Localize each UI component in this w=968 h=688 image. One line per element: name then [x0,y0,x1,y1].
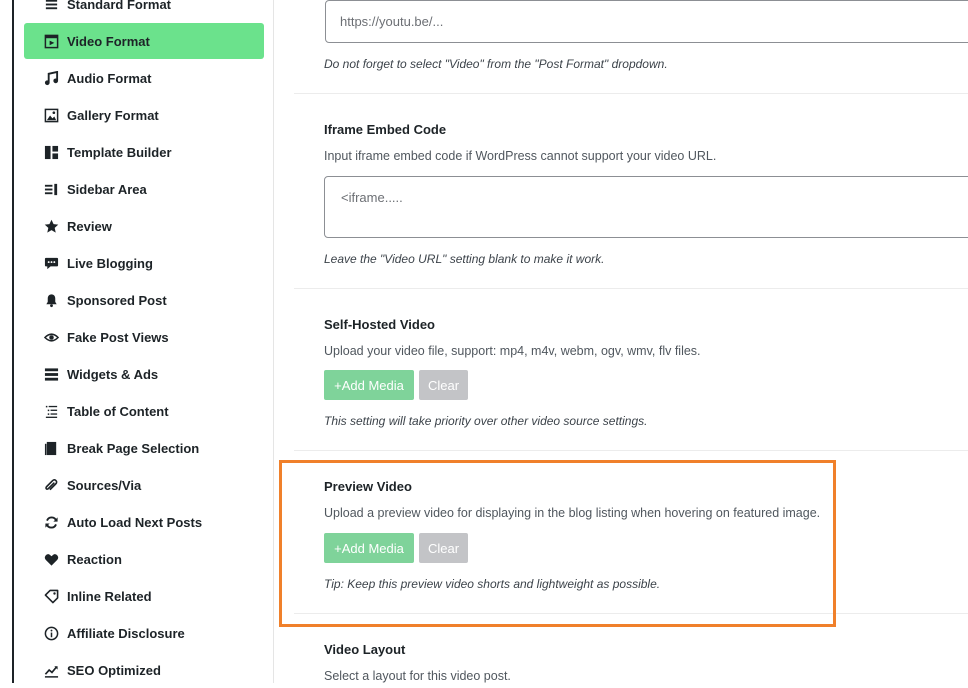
sidebar-item-label: Fake Post Views [67,329,169,345]
preview-video-description: Upload a preview video for displaying in… [324,506,821,520]
iframe-embed-description: Input iframe embed code if WordPress can… [324,149,717,163]
video-icon [42,32,60,50]
self-hosted-note: This setting will take priority over oth… [324,414,648,428]
preview-add-media-button[interactable]: +Add Media [324,533,414,563]
sidebar-icon [42,180,60,198]
sidebar-item-gallery-format[interactable]: Gallery Format [24,97,264,133]
preview-video-title: Preview Video [324,479,412,494]
bell-icon [42,291,60,309]
sidebar-item-reaction[interactable]: Reaction [24,541,264,577]
video-url-note: Do not forget to select "Video" from the… [324,57,668,71]
section-divider [294,450,968,451]
video-settings-panel: Do not forget to select "Video" from the… [294,0,968,683]
self-hosted-add-media-button[interactable]: +Add Media [324,370,414,400]
refresh-icon [42,513,60,531]
sidebar-item-inline-related[interactable]: Inline Related [24,578,264,614]
tag-icon [42,587,60,605]
star-icon [42,217,60,235]
preview-video-note: Tip: Keep this preview video shorts and … [324,577,661,591]
self-hosted-title: Self-Hosted Video [324,317,436,332]
list-icon [42,0,60,13]
gallery-icon [42,106,60,124]
sidebar-item-label: Live Blogging [67,255,153,271]
sidebar-item-label: Reaction [67,551,122,567]
sidebar-item-label: Sponsored Post [67,292,167,308]
seo-chart-icon [42,661,60,679]
sidebar-item-label: Video Format [67,33,150,49]
section-divider [294,93,968,94]
music-icon [42,69,60,87]
sidebar-item-label: Audio Format [67,70,152,86]
sidebar-item-standard-format[interactable]: Standard Format [24,0,264,22]
sidebar-item-sidebar-area[interactable]: Sidebar Area [24,171,264,207]
self-hosted-description: Upload your video file, support: mp4, m4… [324,344,701,358]
video-layout-title: Video Layout [324,642,406,657]
link-icon [42,476,60,494]
sidebar-item-label: Affiliate Disclosure [67,625,185,641]
sidebar-item-review[interactable]: Review [24,208,264,244]
sidebar-item-sponsored-post[interactable]: Sponsored Post [24,282,264,318]
sidebar-item-live-blogging[interactable]: Live Blogging [24,245,264,281]
heart-icon [42,550,60,568]
iframe-embed-textarea[interactable] [324,176,968,238]
sidebar-item-fake-post-views[interactable]: Fake Post Views [24,319,264,355]
section-divider [294,613,968,614]
template-icon [42,143,60,161]
sidebar-item-label: Review [67,218,112,234]
sidebar-item-video-format[interactable]: Video Format [24,23,264,59]
sidebar-item-label: Auto Load Next Posts [67,514,203,530]
sidebar-item-affiliate-disclosure[interactable]: Affiliate Disclosure [24,615,264,651]
settings-sidebar: Standard Format Video Format Audio Forma… [14,0,274,683]
eye-icon [42,328,60,346]
sidebar-item-widgets-ads[interactable]: Widgets & Ads [24,356,264,392]
pages-icon [42,439,60,457]
iframe-embed-title: Iframe Embed Code [324,122,447,137]
self-hosted-clear-button[interactable]: Clear [419,370,468,400]
sidebar-item-sources-via[interactable]: Sources/Via [24,467,264,503]
toc-icon [42,402,60,420]
sidebar-item-label: Template Builder [67,144,172,160]
sidebar-item-auto-load-next-posts[interactable]: Auto Load Next Posts [24,504,264,540]
section-divider [294,288,968,289]
sidebar-item-label: Gallery Format [67,107,159,123]
sidebar-item-label: Sidebar Area [67,181,147,197]
sidebar-item-template-builder[interactable]: Template Builder [24,134,264,170]
sidebar-item-break-page-selection[interactable]: Break Page Selection [24,430,264,466]
sidebar-item-label: Standard Format [67,0,172,12]
sidebar-item-label: Table of Content [67,403,169,419]
info-icon [42,624,60,642]
sidebar-item-audio-format[interactable]: Audio Format [24,60,264,96]
preview-clear-button[interactable]: Clear [419,533,468,563]
sidebar-item-label: Widgets & Ads [67,366,159,382]
sidebar-item-label: Sources/Via [67,477,142,493]
widgets-icon [42,365,60,383]
video-layout-description: Select a layout for this video post. [324,669,511,683]
sidebar-item-label: Break Page Selection [67,440,200,456]
sidebar-item-label: SEO Optimized [67,662,161,678]
chat-icon [42,254,60,272]
sidebar-item-table-of-content[interactable]: Table of Content [24,393,264,429]
iframe-embed-note: Leave the "Video URL" setting blank to m… [324,252,605,266]
video-url-input[interactable] [325,0,968,43]
sidebar-item-label: Inline Related [67,588,152,604]
